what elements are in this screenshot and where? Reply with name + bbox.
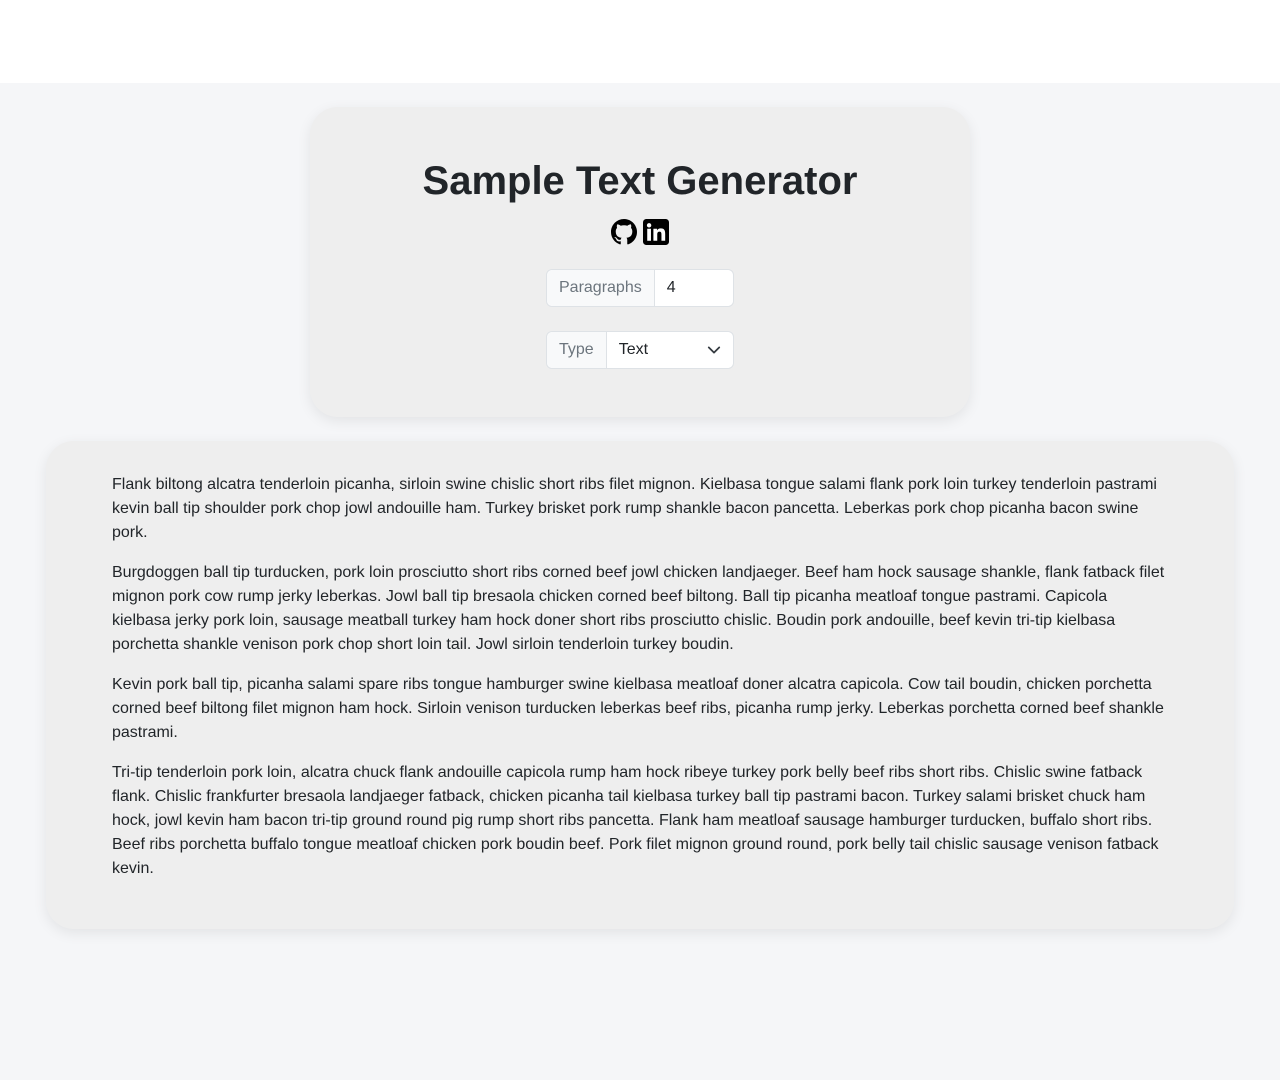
social-links bbox=[310, 219, 970, 247]
type-select[interactable]: Text bbox=[606, 332, 733, 368]
generated-text-card: Flank biltong alcatra tenderloin picanha… bbox=[46, 441, 1234, 929]
type-select-value: Text bbox=[618, 341, 649, 358]
header-card: Sample Text Generator Paragraphs Type Te… bbox=[310, 107, 970, 417]
chevron-down-icon bbox=[707, 346, 721, 354]
linkedin-icon bbox=[643, 219, 669, 245]
paragraphs-input-group: Paragraphs bbox=[546, 269, 734, 307]
generated-paragraph: Kevin pork ball tip, picanha salami spar… bbox=[112, 676, 1164, 741]
generated-paragraph: Tri-tip tenderloin pork loin, alcatra ch… bbox=[112, 764, 1159, 877]
linkedin-link[interactable] bbox=[643, 219, 669, 245]
github-icon bbox=[611, 219, 637, 245]
type-input-group: Type Text bbox=[546, 331, 734, 369]
page-title: Sample Text Generator bbox=[422, 159, 858, 203]
generated-paragraph: Burgdoggen ball tip turducken, pork loin… bbox=[112, 564, 1165, 653]
paragraphs-input[interactable] bbox=[654, 270, 733, 306]
github-link[interactable] bbox=[611, 219, 637, 245]
type-label: Type bbox=[547, 332, 607, 368]
generated-paragraph: Flank biltong alcatra tenderloin picanha… bbox=[112, 476, 1157, 541]
top-bar bbox=[0, 0, 1280, 83]
paragraphs-label: Paragraphs bbox=[547, 270, 655, 306]
